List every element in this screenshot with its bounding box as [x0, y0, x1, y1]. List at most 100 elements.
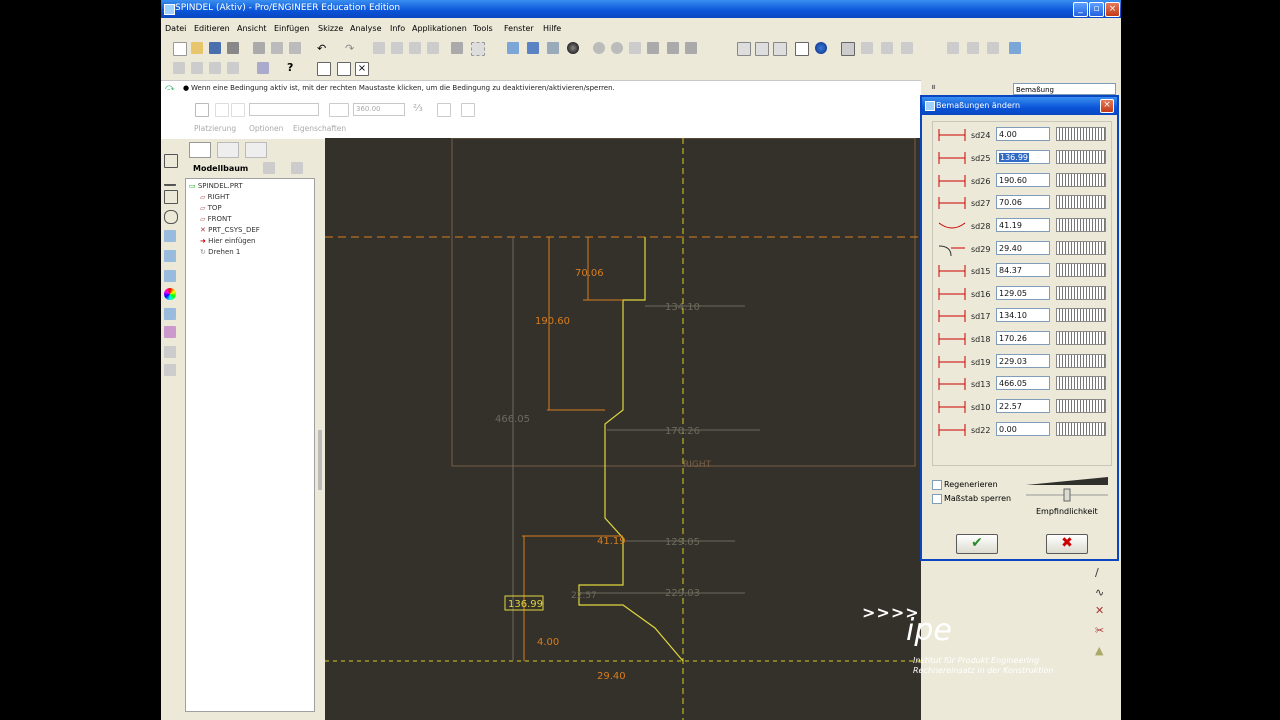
csys-icon[interactable]	[901, 42, 913, 54]
dimension-tool-icon[interactable]	[164, 154, 178, 168]
axis-collector[interactable]	[249, 103, 319, 116]
curve-tool-icon[interactable]	[164, 250, 176, 262]
tree-node-csys[interactable]: ✕ PRT_CSYS_DEF	[200, 226, 260, 234]
dim-190[interactable]: 190.60	[535, 316, 570, 327]
layer-tool-icon[interactable]	[164, 230, 176, 242]
palette-tool-icon[interactable]: ▲	[1095, 644, 1103, 657]
menu-analyse[interactable]: Analyse	[350, 24, 382, 33]
revolve-surface-icon[interactable]	[231, 103, 245, 117]
splitter-handle[interactable]	[318, 430, 322, 490]
thumbwheel[interactable]	[1056, 150, 1106, 164]
dim-70[interactable]: 70.06	[575, 268, 604, 279]
menu-datei[interactable]: Datei	[165, 24, 186, 33]
copy-icon[interactable]	[391, 42, 403, 54]
open-icon[interactable]	[191, 42, 203, 54]
menu-info[interactable]: Info	[390, 24, 405, 33]
thumbwheel[interactable]	[1056, 422, 1106, 436]
remove-material-icon[interactable]	[437, 103, 451, 117]
select-box-icon[interactable]	[471, 42, 485, 56]
new-icon[interactable]	[173, 42, 187, 56]
favorites-tab-icon[interactable]	[245, 142, 267, 158]
triangle-tool-icon[interactable]	[164, 172, 176, 186]
flip-direction-icon[interactable]: ⅔	[413, 103, 425, 115]
minimize-button[interactable]: _	[1073, 2, 1088, 17]
angle-input[interactable]: 360.00	[353, 103, 405, 116]
wireframe-icon[interactable]	[737, 42, 751, 56]
menu-skizze[interactable]: Skizze	[318, 24, 343, 33]
sketch-icon[interactable]	[507, 42, 519, 54]
regenerate-icon[interactable]	[451, 42, 463, 54]
revolve-solid-icon[interactable]	[215, 103, 229, 117]
references-icon[interactable]	[967, 42, 979, 54]
mass-tool-icon[interactable]	[164, 364, 176, 376]
spline-tool-icon[interactable]: ∿	[1095, 586, 1104, 599]
dim-229[interactable]: 229.03	[665, 588, 700, 599]
thicken-icon[interactable]	[461, 103, 475, 117]
weight-tool-icon[interactable]	[164, 210, 178, 224]
dim-value-input[interactable]: 41.19	[996, 218, 1050, 232]
graph-icon[interactable]	[547, 42, 559, 54]
line-tool-icon[interactable]: ∕	[1095, 566, 1099, 579]
realtime-render-icon[interactable]	[815, 42, 827, 54]
sketch-palette-icon[interactable]	[257, 62, 269, 74]
sketch-setup-icon[interactable]	[947, 42, 959, 54]
thumbwheel[interactable]	[1056, 286, 1106, 300]
tree-node-insert-here[interactable]: ➜ Hier einfügen	[200, 237, 256, 245]
dim-value-input[interactable]: 29.40	[996, 241, 1050, 255]
tool-c-icon[interactable]	[209, 62, 221, 74]
menu-tools[interactable]: Tools	[473, 24, 493, 33]
tree-settings-icon[interactable]	[263, 162, 275, 174]
tab-eigenschaften[interactable]: Eigenschaften	[293, 124, 346, 133]
tab-optionen[interactable]: Optionen	[249, 124, 283, 133]
shaded-icon[interactable]	[795, 42, 809, 56]
print-icon[interactable]	[227, 42, 239, 54]
whats-this-icon[interactable]: ?	[287, 61, 299, 74]
thumbwheel[interactable]	[1056, 195, 1106, 209]
zoom-in-icon[interactable]	[593, 42, 605, 54]
saved-views-icon[interactable]	[667, 42, 679, 54]
regenerate-checkbox[interactable]	[932, 480, 942, 490]
thumbwheel[interactable]	[1056, 127, 1106, 141]
stack-tool-icon[interactable]	[164, 326, 176, 338]
refit-icon[interactable]	[629, 42, 641, 54]
analysis-tool-icon[interactable]	[164, 308, 176, 320]
dim-136-selected[interactable]: 136.99	[508, 599, 543, 610]
dim-value-input[interactable]: 70.06	[996, 195, 1050, 209]
dim-129[interactable]: 129.05	[665, 537, 700, 548]
color-tool-icon[interactable]	[164, 288, 176, 300]
thumbwheel[interactable]	[1056, 308, 1106, 322]
dim-41[interactable]: 41.19	[597, 536, 626, 547]
constraint-icon[interactable]	[527, 42, 539, 54]
dim-value-input[interactable]: 170.26	[996, 331, 1050, 345]
shading-icon[interactable]	[567, 42, 579, 54]
tool-b-icon[interactable]	[191, 62, 203, 74]
send-icon[interactable]	[253, 42, 265, 54]
thumbwheel[interactable]	[1056, 354, 1106, 368]
thumbwheel[interactable]	[1056, 218, 1106, 232]
maximize-button[interactable]: ▫	[1089, 2, 1104, 17]
lock-scale-checkbox[interactable]	[932, 494, 942, 504]
tree-node-part[interactable]: ▭ SPINDEL.PRT	[189, 182, 243, 190]
dim-value-input[interactable]: 229.03	[996, 354, 1050, 368]
display-icon[interactable]	[271, 42, 283, 54]
tree-node-top[interactable]: ▱ TOP	[200, 204, 222, 212]
dim-value-input[interactable]: 129.05	[996, 286, 1050, 300]
dim-value-input[interactable]: 0.00	[996, 422, 1050, 436]
dim-466[interactable]: 466.05	[495, 414, 530, 425]
hidden-line-icon[interactable]	[755, 42, 769, 56]
menu-hilfe[interactable]: Hilfe	[543, 24, 561, 33]
close-window-icon[interactable]: ×	[355, 62, 369, 76]
folder-tab-icon[interactable]	[217, 142, 239, 158]
window-icon[interactable]	[317, 62, 331, 76]
dim-value-input[interactable]: 466.05	[996, 376, 1050, 390]
cut-icon[interactable]	[373, 42, 385, 54]
dim-29[interactable]: 29.40	[597, 671, 626, 682]
thumbwheel[interactable]	[1056, 399, 1106, 413]
datum-points-icon[interactable]	[881, 42, 893, 54]
thumbwheel[interactable]	[1056, 241, 1106, 255]
tool-a-icon[interactable]	[173, 62, 185, 74]
filter-select[interactable]: Bemaßung	[1013, 83, 1116, 95]
dim-22[interactable]: 22.57	[571, 591, 597, 601]
zoom-out-icon[interactable]	[611, 42, 623, 54]
dim-value-input[interactable]: 190.60	[996, 173, 1050, 187]
